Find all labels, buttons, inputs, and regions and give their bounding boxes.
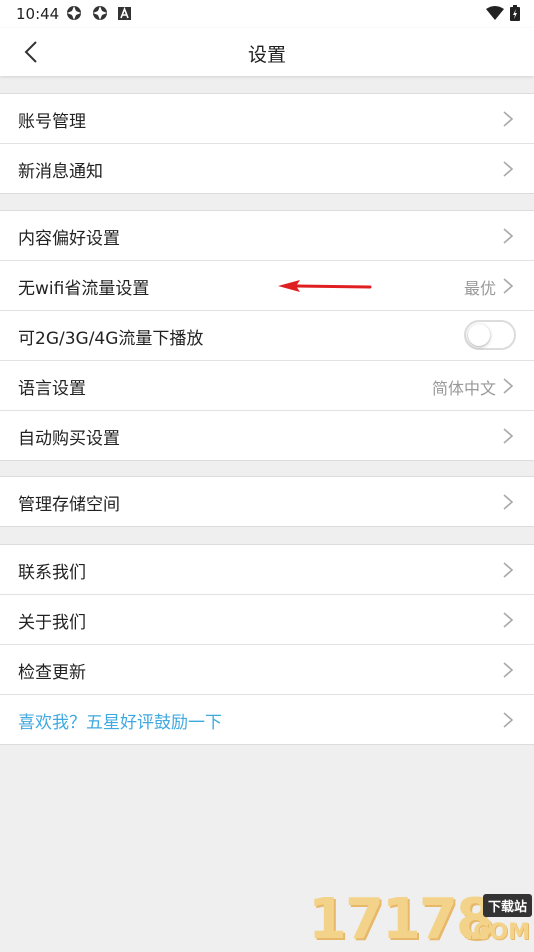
chevron-right-icon [503, 111, 514, 127]
settings-row-account-management[interactable]: 账号管理 [0, 94, 534, 144]
mobile-data-toggle[interactable] [464, 320, 516, 350]
chevron-right-icon [503, 161, 514, 177]
settings-row-manage-storage[interactable]: 管理存储空间 [0, 477, 534, 526]
row-label: 自动购买设置 [18, 429, 120, 449]
watermark-suffix: .COM [464, 920, 530, 945]
row-label: 账号管理 [18, 112, 86, 132]
settings-group-content: 内容偏好设置 无wifi省流量设置 最优 可2G/3G/4G流量下播放 语言设置… [0, 210, 534, 461]
chevron-right-icon [503, 562, 514, 578]
settings-row-mobile-data-playback: 可2G/3G/4G流量下播放 [0, 311, 534, 361]
settings-row-data-saving[interactable]: 无wifi省流量设置 最优 [0, 261, 534, 311]
row-label: 语言设置 [18, 379, 86, 399]
wifi-icon [486, 6, 504, 20]
settings-group-account: 账号管理 新消息通知 [0, 93, 534, 194]
row-label: 管理存储空间 [18, 495, 120, 515]
status-time: 10:44 [16, 5, 60, 23]
app-notification-icon [93, 6, 107, 20]
page-title: 设置 [247, 44, 286, 66]
row-value: 最优 [463, 279, 496, 298]
settings-row-message-notification[interactable]: 新消息通知 [0, 144, 534, 193]
settings-row-language[interactable]: 语言设置 简体中文 [0, 361, 534, 411]
chevron-right-icon [503, 378, 514, 394]
chevron-right-icon [503, 662, 514, 678]
settings-row-about-us[interactable]: 关于我们 [0, 595, 534, 645]
row-label: 联系我们 [18, 563, 86, 583]
top-app-bar: 设置 [0, 28, 534, 76]
settings-row-check-update[interactable]: 检查更新 [0, 645, 534, 695]
settings-row-rate-app[interactable]: 喜欢我？五星好评鼓励一下 [0, 695, 534, 744]
settings-group-about: 联系我们 关于我们 检查更新 喜欢我？五星好评鼓励一下 [0, 544, 534, 745]
toggle-knob [468, 324, 490, 346]
watermark-logo: 17178 下载站 .COM [308, 890, 534, 950]
row-label: 喜欢我？五星好评鼓励一下 [18, 713, 222, 733]
chevron-right-icon [503, 712, 514, 728]
settings-row-content-preference[interactable]: 内容偏好设置 [0, 211, 534, 261]
row-label: 可2G/3G/4G流量下播放 [18, 329, 204, 349]
row-label: 内容偏好设置 [18, 229, 120, 249]
row-label: 无wifi省流量设置 [18, 279, 150, 299]
red-arrow-annotation [278, 280, 372, 292]
chevron-right-icon [503, 278, 514, 294]
battery-charging-icon [510, 5, 520, 21]
app-notification-icon [67, 6, 81, 20]
status-bar: 10:44 [0, 0, 534, 28]
row-label: 检查更新 [18, 663, 86, 683]
chevron-right-icon [503, 494, 514, 510]
settings-row-auto-purchase[interactable]: 自动购买设置 [0, 411, 534, 460]
chevron-right-icon [503, 612, 514, 628]
font-notification-icon [118, 7, 131, 20]
row-label: 关于我们 [18, 613, 86, 633]
watermark-tag: 下载站 [482, 894, 532, 917]
settings-group-storage: 管理存储空间 [0, 476, 534, 527]
row-label: 新消息通知 [18, 162, 103, 182]
chevron-right-icon [503, 428, 514, 444]
row-value: 简体中文 [431, 379, 496, 398]
settings-row-contact-us[interactable]: 联系我们 [0, 545, 534, 595]
chevron-right-icon [503, 228, 514, 244]
